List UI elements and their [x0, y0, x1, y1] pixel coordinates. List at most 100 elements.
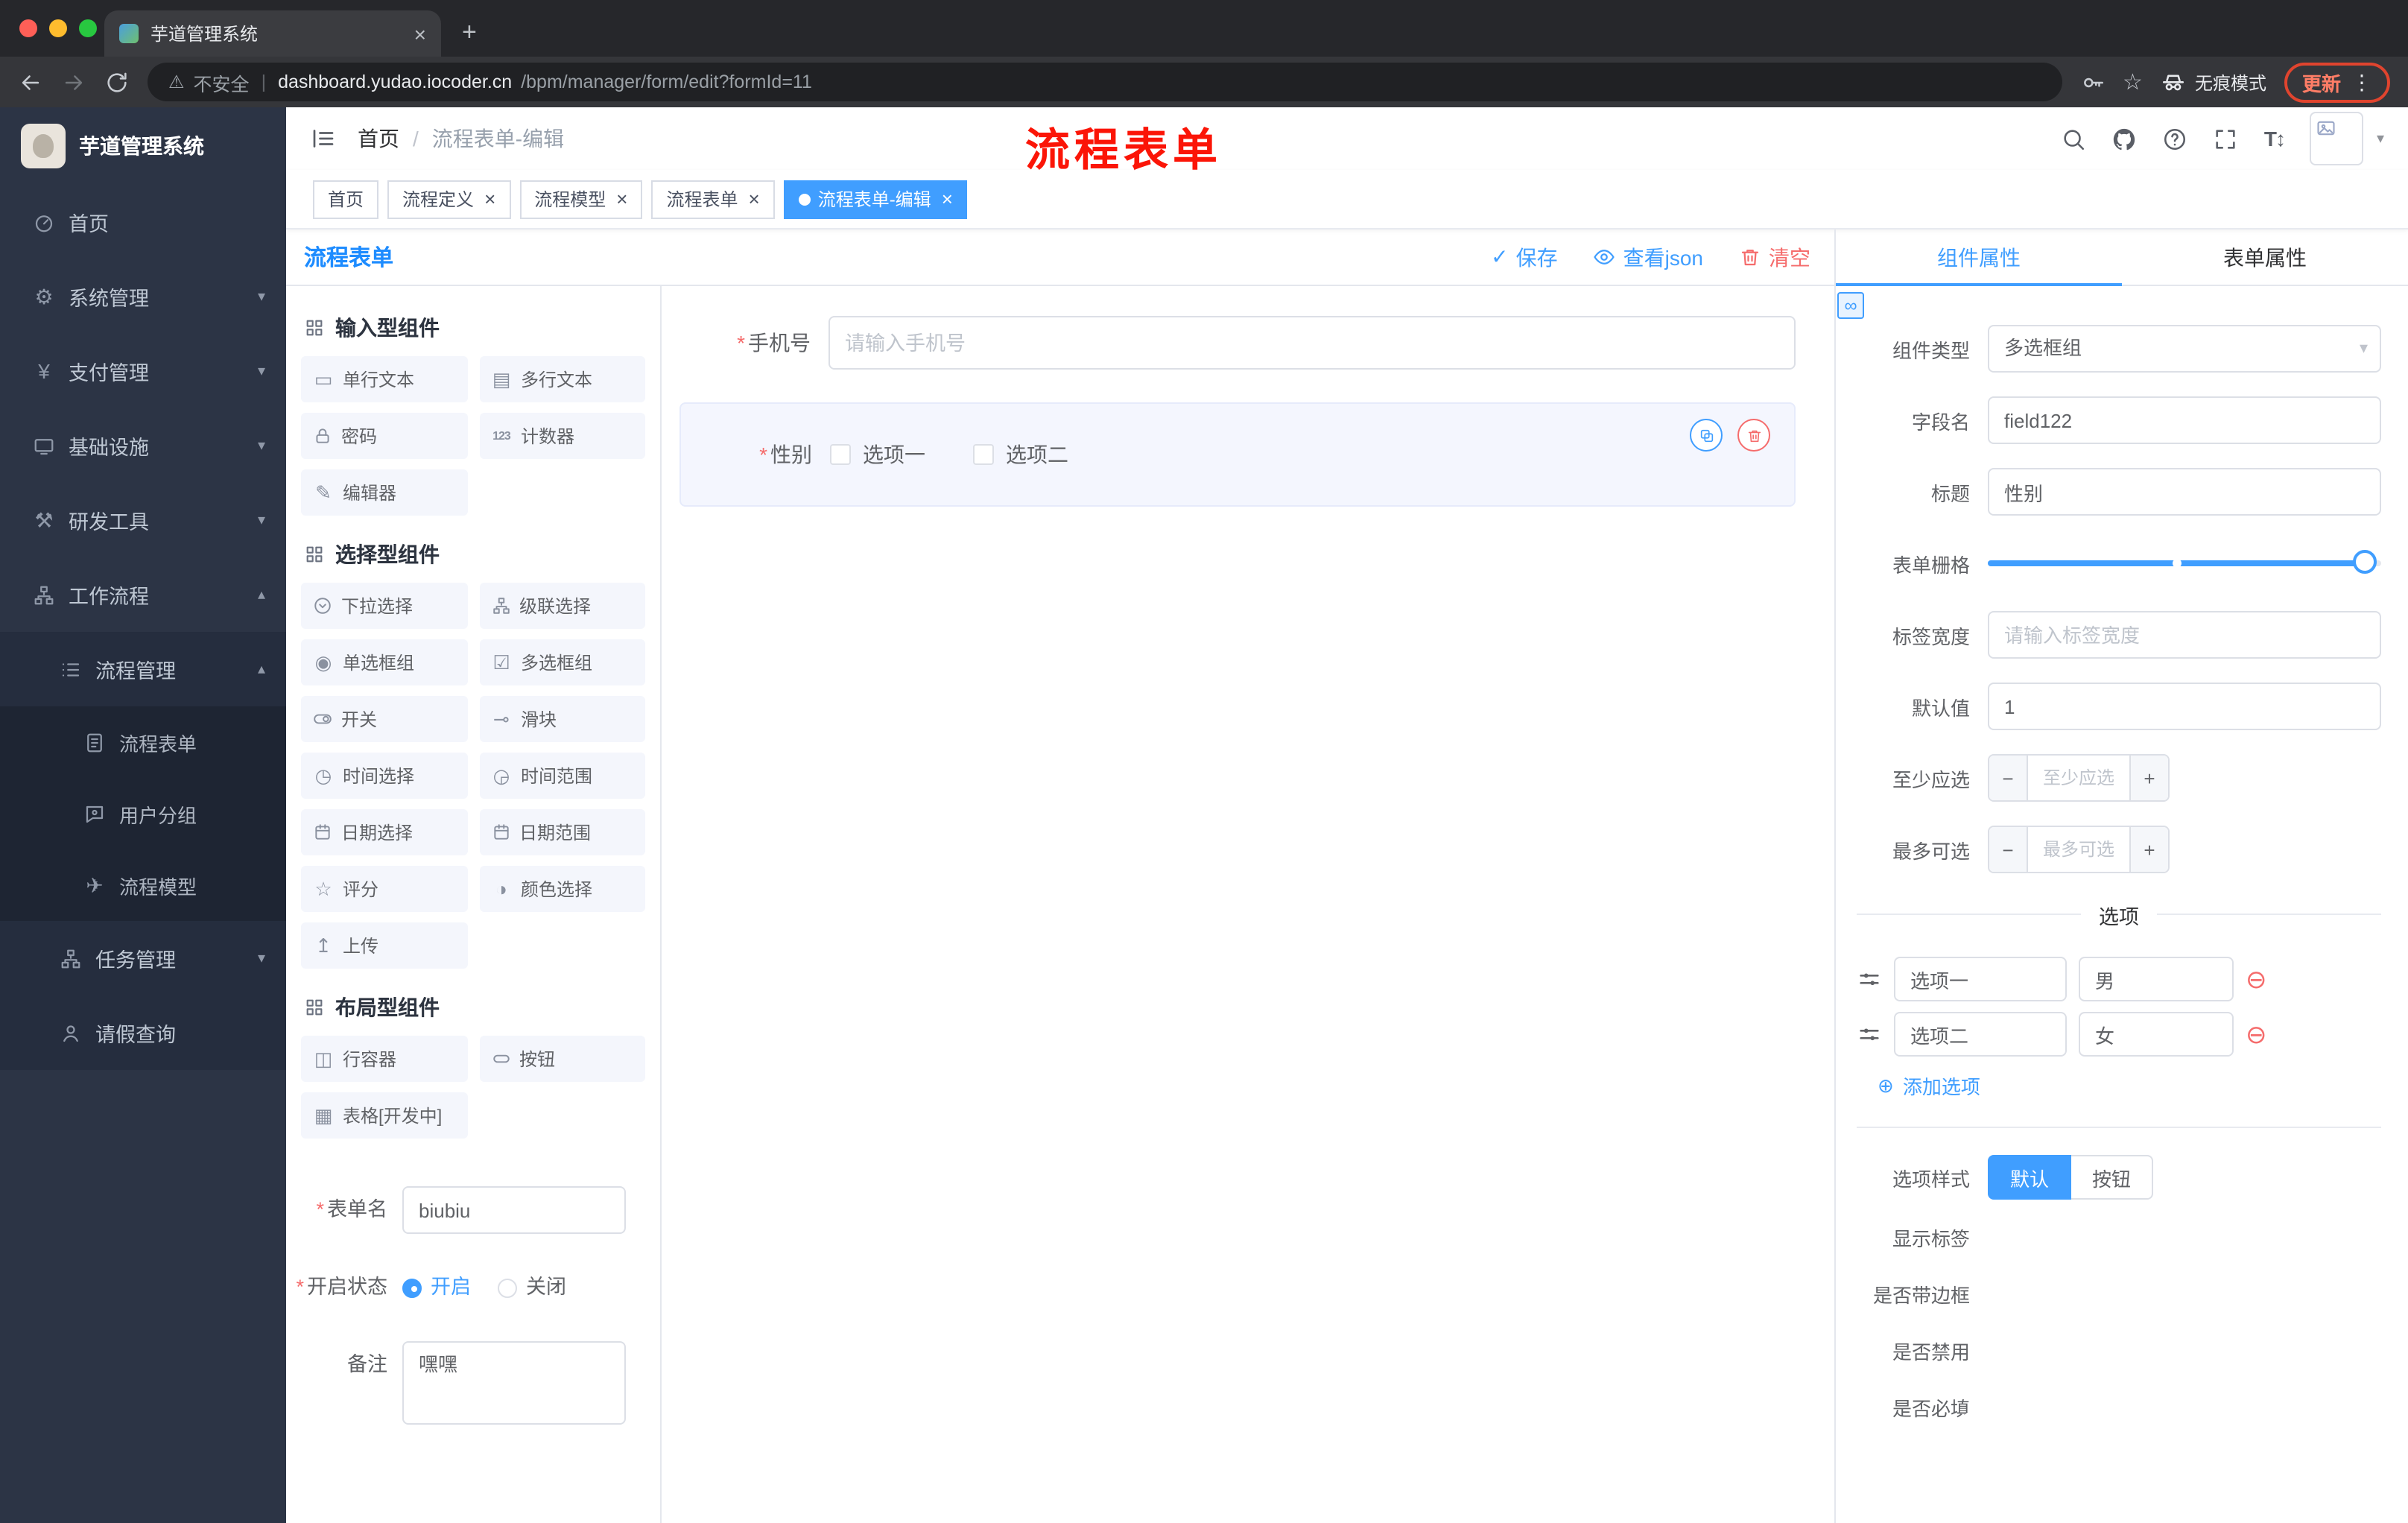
- option-label-input[interactable]: [1894, 1012, 2067, 1057]
- phone-field-row[interactable]: * 手机号: [679, 316, 1796, 370]
- tag-close-icon[interactable]: ×: [616, 188, 627, 210]
- style-button-button[interactable]: 按钮: [2071, 1155, 2154, 1200]
- tag-close-icon[interactable]: ×: [749, 188, 760, 210]
- palette-item-editor[interactable]: ✎ 编辑器: [301, 469, 467, 516]
- avatar-caret-icon[interactable]: ▾: [2377, 130, 2384, 147]
- palette-item-cascader[interactable]: 级联选择: [479, 583, 645, 629]
- palette-item-checkbox-group[interactable]: ☑ 多选框组: [479, 639, 645, 685]
- browser-tab[interactable]: 芋道管理系统 ×: [104, 10, 441, 57]
- sidebar-fold-icon[interactable]: [310, 125, 337, 152]
- delete-widget-button[interactable]: [1737, 419, 1770, 452]
- form-remark-textarea[interactable]: 嘿嘿: [402, 1341, 626, 1425]
- gender-option2-checkbox[interactable]: 选项二: [973, 440, 1068, 469]
- palette-item-multi-text[interactable]: ▤ 多行文本: [479, 356, 645, 402]
- sidebar-item-process-management[interactable]: 流程管理 ▴: [0, 632, 286, 706]
- palette-item-switch[interactable]: 开关: [301, 696, 467, 742]
- window-close-button[interactable]: [19, 19, 37, 37]
- sidebar-item-process-form[interactable]: 流程表单: [0, 706, 286, 778]
- palette-item-button[interactable]: 按钮: [479, 1036, 645, 1082]
- sidebar-item-dev-tools[interactable]: ⚒ 研发工具 ▾: [0, 483, 286, 557]
- palette-item-rate[interactable]: ☆ 评分: [301, 866, 467, 912]
- user-avatar[interactable]: [2309, 112, 2363, 165]
- min-select-input[interactable]: [2028, 756, 2129, 800]
- font-size-icon[interactable]: T↕: [2264, 127, 2286, 151]
- tab-component-props[interactable]: 组件属性: [1836, 229, 2122, 286]
- update-button[interactable]: 更新 ⋮: [2284, 62, 2390, 102]
- palette-item-counter[interactable]: 123 计数器: [479, 413, 645, 459]
- palette-item-color-picker[interactable]: ◑ 颜色选择: [479, 866, 645, 912]
- link-badge-icon[interactable]: ∞: [1837, 292, 1864, 319]
- palette-item-slider[interactable]: ⊸ 滑块: [479, 696, 645, 742]
- forward-button[interactable]: [61, 69, 86, 95]
- option-value-input[interactable]: [2079, 1012, 2234, 1057]
- sidebar-item-system[interactable]: ⚙ 系统管理 ▾: [0, 259, 286, 334]
- copy-widget-button[interactable]: [1690, 419, 1723, 452]
- drag-handle-icon[interactable]: [1857, 966, 1882, 992]
- add-option-button[interactable]: ⊕ 添加选项: [1878, 1071, 2381, 1100]
- form-grid-slider[interactable]: [1988, 539, 2381, 587]
- remove-option-icon[interactable]: ⊖: [2246, 1022, 2267, 1047]
- field-name-input[interactable]: [1988, 396, 2381, 444]
- sidebar-item-leave-query[interactable]: 请假查询: [0, 995, 286, 1070]
- palette-item-date-range[interactable]: 日期范围: [479, 809, 645, 855]
- remove-option-icon[interactable]: ⊖: [2246, 966, 2267, 992]
- palette-item-time-range[interactable]: ◶ 时间范围: [479, 753, 645, 799]
- stepper-decrease-button[interactable]: −: [1989, 827, 2028, 872]
- sidebar-item-payment[interactable]: ¥ 支付管理 ▾: [0, 334, 286, 408]
- browser-menu-icon[interactable]: ⋮: [2351, 69, 2372, 95]
- option-label-input[interactable]: [1894, 957, 2067, 1001]
- palette-item-table[interactable]: ▦ 表格[开发中]: [301, 1092, 467, 1139]
- sidebar-item-infrastructure[interactable]: 基础设施 ▾: [0, 408, 286, 483]
- status-off-radio[interactable]: 关闭: [498, 1264, 566, 1311]
- slider-handle[interactable]: [2353, 550, 2377, 574]
- back-button[interactable]: [18, 69, 43, 95]
- stepper-increase-button[interactable]: +: [2129, 756, 2168, 800]
- help-icon[interactable]: [2163, 126, 2188, 151]
- sidebar-item-workflow[interactable]: 工作流程 ▴: [0, 557, 286, 632]
- gender-field-row[interactable]: * 性别 选项一 选项二: [681, 440, 1794, 469]
- form-name-input[interactable]: [402, 1186, 626, 1234]
- stepper-increase-button[interactable]: +: [2129, 827, 2168, 872]
- sidebar-item-task-management[interactable]: 任务管理 ▾: [0, 921, 286, 995]
- palette-item-row-container[interactable]: ◫ 行容器: [301, 1036, 467, 1082]
- palette-item-upload[interactable]: ↥ 上传: [301, 922, 467, 969]
- label-width-input[interactable]: [1988, 611, 2381, 659]
- gender-option1-checkbox[interactable]: 选项一: [830, 440, 925, 469]
- drag-handle-icon[interactable]: [1857, 1022, 1882, 1047]
- window-minimize-button[interactable]: [49, 19, 67, 37]
- search-icon[interactable]: [2062, 126, 2087, 151]
- tag-close-icon[interactable]: ×: [484, 188, 495, 210]
- save-button[interactable]: ✓ 保存: [1491, 242, 1557, 272]
- palette-item-dropdown[interactable]: 下拉选择: [301, 583, 467, 629]
- window-zoom-button[interactable]: [79, 19, 97, 37]
- title-input[interactable]: [1988, 468, 2381, 516]
- view-json-button[interactable]: 查看json: [1594, 242, 1703, 272]
- address-bar[interactable]: ⚠ 不安全 | dashboard.yudao.iocoder.cn/bpm/m…: [148, 63, 2062, 101]
- phone-input[interactable]: [828, 316, 1796, 370]
- password-key-icon[interactable]: [2079, 69, 2105, 95]
- tab-close-icon[interactable]: ×: [414, 22, 426, 45]
- github-icon[interactable]: [2112, 126, 2138, 151]
- new-tab-button[interactable]: +: [462, 18, 477, 48]
- tag-process-model[interactable]: 流程模型 ×: [519, 180, 643, 218]
- default-value-input[interactable]: [1988, 683, 2381, 730]
- palette-item-password[interactable]: 密码: [301, 413, 467, 459]
- selected-widget-gender[interactable]: * 性别 选项一 选项二: [679, 402, 1796, 507]
- clear-button[interactable]: 清空: [1739, 242, 1810, 272]
- component-type-select[interactable]: 多选框组: [1988, 325, 2381, 373]
- breadcrumb-home[interactable]: 首页: [358, 124, 399, 153]
- sidebar-item-user-group[interactable]: 用户分组: [0, 778, 286, 849]
- status-on-radio[interactable]: 开启: [402, 1264, 471, 1311]
- option-value-input[interactable]: [2079, 957, 2234, 1001]
- tag-process-form-edit[interactable]: 流程表单-编辑 ×: [783, 180, 968, 218]
- sidebar-item-home[interactable]: 首页: [0, 185, 286, 259]
- reload-button[interactable]: [104, 69, 130, 95]
- palette-item-date-picker[interactable]: 日期选择: [301, 809, 467, 855]
- tag-process-definition[interactable]: 流程定义 ×: [387, 180, 511, 218]
- bookmark-star-icon[interactable]: ☆: [2123, 69, 2143, 95]
- tab-form-props[interactable]: 表单属性: [2122, 229, 2408, 285]
- max-select-input[interactable]: [2028, 827, 2129, 872]
- tag-process-form[interactable]: 流程表单 ×: [651, 180, 775, 218]
- style-default-button[interactable]: 默认: [1988, 1155, 2072, 1200]
- palette-item-radio-group[interactable]: ◉ 单选框组: [301, 639, 467, 685]
